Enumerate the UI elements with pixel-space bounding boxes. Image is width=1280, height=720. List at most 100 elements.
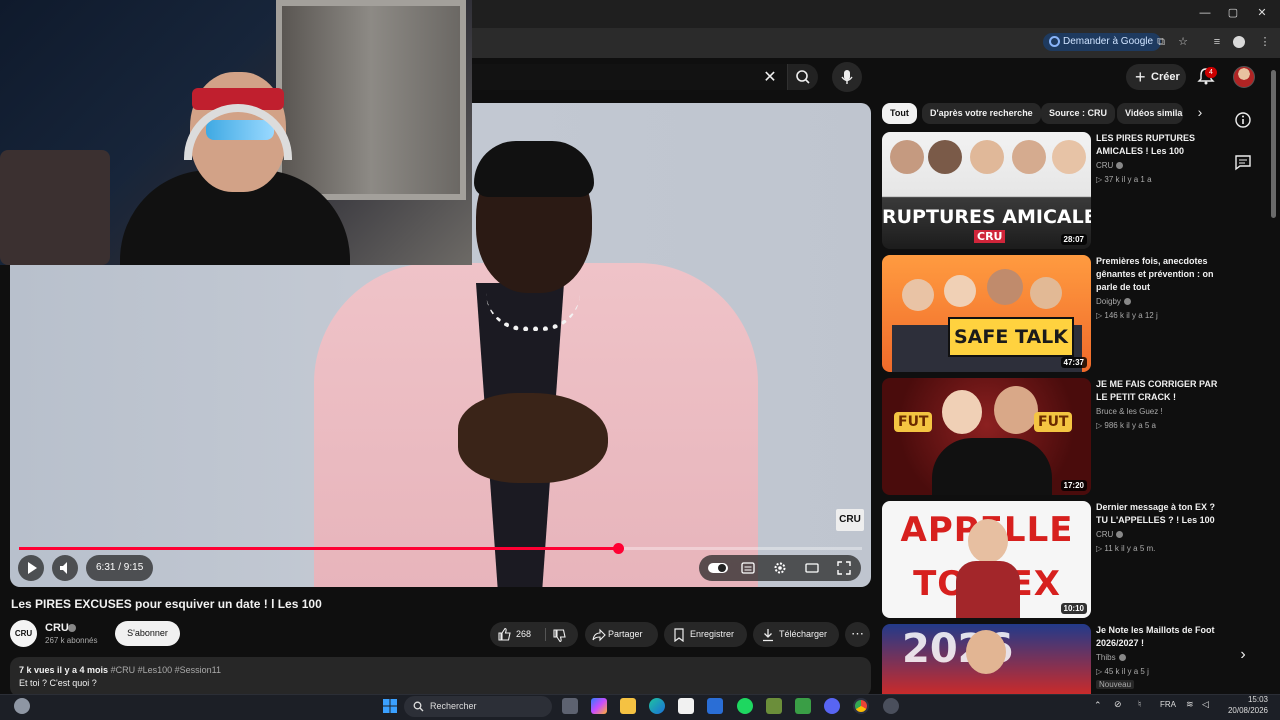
clock-time[interactable]: 15:03 (1226, 695, 1268, 704)
chevron-right-icon[interactable]: › (1234, 646, 1252, 664)
hashtags[interactable]: #CRU #Les100 #Session11 (111, 665, 221, 675)
chrome-icon[interactable] (853, 698, 869, 714)
scrollbar-thumb[interactable] (1271, 70, 1276, 218)
subscribe-button[interactable]: S'abonner (115, 621, 180, 646)
bookmark-star-icon[interactable]: ☆ (1176, 35, 1190, 49)
file-explorer-icon[interactable] (620, 698, 636, 714)
edge-icon[interactable] (649, 698, 665, 714)
more-dots-icon: ⋯ (851, 626, 864, 641)
account-avatar[interactable] (1233, 66, 1255, 88)
save-button[interactable]: Enregistrer (664, 622, 747, 647)
rec-title-1[interactable]: LES PIRES RUPTURES AMICALES ! Les 100 (1096, 132, 1220, 158)
menu-dots-icon[interactable]: ⋮ (1258, 35, 1272, 49)
play-icon (28, 562, 37, 574)
chevron-right-icon[interactable]: › (1190, 104, 1210, 124)
close-window-icon[interactable]: ✕ (1255, 6, 1269, 20)
rec-title-2[interactable]: Premières fois, anecdotes gênantes et pr… (1096, 255, 1220, 294)
taskbar-search[interactable]: Rechercher (404, 696, 552, 717)
minimize-icon[interactable]: — (1198, 6, 1212, 20)
ask-google-button[interactable]: Demander à Google (1043, 33, 1162, 51)
rec-thumbnail-4[interactable]: APPELLE TON EX 10:10 (882, 501, 1091, 618)
rec-channel-4[interactable]: CRU (1096, 530, 1124, 539)
search-input[interactable] (472, 64, 788, 90)
autoplay-toggle-icon[interactable] (707, 561, 729, 575)
share-icon (592, 628, 606, 642)
task-view-icon[interactable] (562, 698, 578, 714)
rec-thumbnail-3[interactable]: FUT FUT 17:20 (882, 378, 1091, 495)
settings-gear-icon[interactable] (773, 561, 787, 575)
new-badge: Nouveau (1096, 680, 1135, 689)
spotify-icon[interactable] (737, 698, 753, 714)
clear-search-icon[interactable]: ✕ (762, 67, 778, 86)
copilot-icon[interactable] (591, 698, 607, 714)
rec-channel-3[interactable]: Bruce & les Guez ! (1096, 407, 1163, 416)
like-count[interactable]: 268 (516, 622, 531, 647)
install-app-icon[interactable]: ⧉ (1154, 35, 1168, 49)
rec-thumbnail-1[interactable]: RUPTURES AMICALES CRU 28:07 (882, 132, 1091, 249)
theater-mode-icon[interactable] (805, 561, 819, 575)
download-label: Télécharger (779, 629, 828, 639)
media-controls-icon[interactable]: ≡ (1210, 35, 1224, 49)
mail-icon[interactable] (707, 698, 723, 714)
chevron-up-icon[interactable]: ⌃ (1094, 700, 1102, 711)
search-button[interactable] (788, 64, 818, 90)
minecraft-icon[interactable] (766, 698, 782, 714)
rec-views-5: 45 k (1104, 667, 1120, 676)
channel-watermark[interactable]: CRU (836, 509, 864, 531)
store-icon[interactable] (678, 698, 694, 714)
more-actions-button[interactable]: ⋯ (845, 622, 870, 647)
wifi-icon[interactable]: ≋ (1186, 699, 1194, 710)
input-language[interactable]: FRA (1160, 700, 1176, 709)
play-button[interactable] (18, 555, 44, 581)
rec-thumbnail-2[interactable]: SAFE TALK 47:37 (882, 255, 1091, 372)
info-icon[interactable] (1234, 111, 1252, 129)
rec-title-3[interactable]: JE ME FAIS CORRIGER PAR LE PETIT CRACK ! (1096, 378, 1220, 404)
rec-title-5[interactable]: Je Note les Maillots de Foot 2026/2027 ! (1096, 624, 1220, 650)
rec-age-5: il y a 5 j (1121, 667, 1149, 676)
clock-date[interactable]: 20/08/2026 (1216, 706, 1268, 715)
create-label: Créer (1151, 71, 1180, 83)
webcam-overlay (0, 0, 472, 265)
subtitles-icon[interactable] (741, 561, 755, 575)
chip-all[interactable]: Tout (882, 103, 917, 124)
rec-title-4[interactable]: Dernier message à ton EX ? TU L'APPELLES… (1096, 501, 1220, 527)
rec-thumbnail-5[interactable]: 2026 (882, 624, 1091, 694)
channel-avatar[interactable]: CRU (10, 620, 37, 647)
share-button[interactable]: Partager (585, 622, 658, 647)
voice-search-button[interactable] (832, 62, 862, 92)
tray-app-icon[interactable]: ⊘ (1114, 699, 1122, 710)
rec-channel-2[interactable]: Doigby (1096, 297, 1131, 306)
rec-age-3: il y a 5 a (1126, 421, 1156, 430)
channel-name[interactable]: CRU (45, 622, 69, 634)
chip-similar-videos[interactable]: Vidéos simila (1117, 103, 1183, 124)
widgets-icon[interactable] (14, 698, 30, 714)
create-button[interactable]: + Créer (1126, 64, 1186, 90)
rec-channel-1[interactable]: CRU (1096, 161, 1124, 170)
microphone-icon[interactable]: ♮ (1138, 699, 1141, 710)
chip-source-cru[interactable]: Source : CRU (1041, 103, 1116, 124)
chat-icon[interactable] (1234, 153, 1252, 171)
chip-based-on-search[interactable]: D'après votre recherche (922, 103, 1041, 124)
dislike-icon[interactable] (552, 628, 567, 643)
game-launcher-icon[interactable] (795, 698, 811, 714)
obs-icon[interactable] (883, 698, 899, 714)
volume-button[interactable] (52, 555, 78, 581)
rec-views-2: 146 k (1104, 311, 1124, 320)
maximize-icon[interactable]: ▢ (1226, 6, 1240, 20)
progress-bar[interactable] (19, 543, 862, 554)
like-icon[interactable] (497, 627, 512, 642)
discord-icon[interactable] (824, 698, 840, 714)
description-box[interactable] (10, 657, 871, 697)
rec-channel-name-1: CRU (1096, 161, 1114, 170)
like-divider (545, 628, 546, 641)
verified-icon (1116, 531, 1124, 539)
download-button[interactable]: Télécharger (753, 622, 839, 647)
windows-start-icon[interactable] (382, 698, 398, 714)
save-label: Enregistrer (690, 629, 735, 639)
rec-channel-5[interactable]: Thibs (1096, 653, 1126, 662)
fullscreen-icon[interactable] (837, 561, 851, 575)
rec-meta-4: ▷ 11 k il y a 5 m. (1096, 544, 1156, 553)
video-frame-hair (474, 141, 594, 197)
profile-icon[interactable] (1233, 36, 1245, 48)
speaker-icon[interactable]: ◁ (1202, 699, 1209, 710)
